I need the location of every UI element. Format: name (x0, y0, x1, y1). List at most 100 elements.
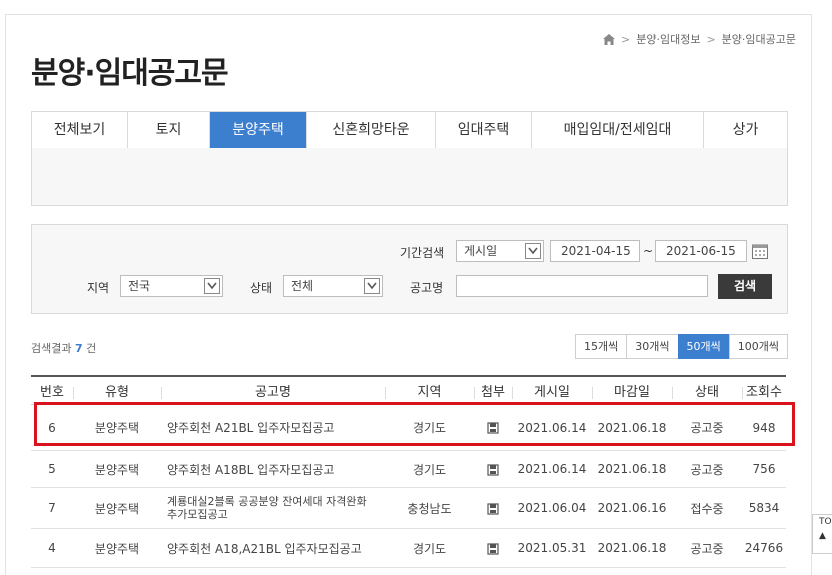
tab-land[interactable]: 토지 (128, 112, 210, 148)
row-deadline: 2021.06.18 (597, 420, 667, 435)
chevron-down-icon (364, 278, 380, 294)
row-title-link[interactable]: 양주회천 A21BL 입주자모집공고 (161, 419, 385, 436)
search-button[interactable]: 검색 (718, 274, 772, 299)
tab-purchase-rental[interactable]: 매입임대/전세임대 (532, 112, 704, 148)
date-to-input[interactable]: 2021-06-15 (655, 240, 747, 262)
attachment-icon[interactable] (487, 422, 499, 434)
row-status: 접수중 (690, 501, 724, 516)
page-size-30[interactable]: 30개씩 (626, 334, 679, 359)
breadcrumb-item[interactable]: 분양·임대공고문 (722, 31, 796, 47)
row-region: 경기도 (412, 541, 447, 556)
status-label: 상태 (250, 281, 273, 295)
breadcrumb-item[interactable]: 분양·임대정보 (636, 31, 700, 47)
row-number: 7 (48, 501, 56, 515)
tab-sale-housing[interactable]: 분양주택 (210, 112, 307, 148)
chevron-down-icon (525, 243, 541, 259)
table-header: 번호 유형 공고명 지역 첨부 게시일 마감일 상태 조회수 (31, 377, 786, 405)
col-header: 조회수 (742, 381, 786, 400)
breadcrumb: > 분양·임대정보 > 분양·임대공고문 (603, 31, 796, 47)
attachment-icon[interactable] (487, 542, 499, 555)
attachment-cell (474, 501, 512, 515)
row-title-link[interactable]: 양주회천 A18BL 입주자모집공고 (161, 461, 385, 478)
row-type: 분양주택 (94, 501, 140, 516)
tab-rental-housing[interactable]: 임대주택 (436, 112, 532, 148)
date-separator: ~ (643, 244, 654, 258)
row-number: 4 (48, 541, 56, 555)
col-header: 마감일 (592, 381, 672, 400)
scroll-top-label: TO (819, 517, 832, 527)
chevron-right-icon: > (621, 32, 631, 46)
row-number: 5 (48, 462, 56, 476)
result-number: 7 (74, 342, 83, 355)
search-panel (31, 224, 788, 314)
row-deadline: 2021.06.18 (597, 462, 667, 476)
row-status: 공고중 (690, 541, 724, 556)
row-views: 948 (752, 420, 776, 435)
row-views: 5834 (748, 501, 780, 515)
arrow-up-icon: ▲ (819, 531, 826, 541)
scroll-top-button[interactable]: TO ▲ (812, 514, 832, 554)
attachment-cell (474, 541, 512, 555)
notice-name-label: 공고명 (410, 281, 444, 295)
row-posted-date: 2021.05.31 (517, 541, 587, 555)
col-header: 번호 (40, 385, 64, 400)
table-row[interactable]: 6 분양주택 양주회천 A21BL 입주자모집공고 경기도 2021.06.14… (31, 405, 786, 451)
col-header: 상태 (672, 381, 742, 400)
row-type: 분양주택 (94, 462, 140, 477)
status-select[interactable]: 전체 (283, 275, 383, 297)
col-header: 공고명 (161, 381, 385, 400)
result-suffix: 건 (86, 342, 97, 355)
row-type: 분양주택 (94, 541, 140, 556)
period-type-value: 게시일 (464, 244, 498, 258)
table-row[interactable]: 7 분양주택 계룡대실2블록 공공분양 잔여세대 자격완화 추가모집공고 충청남… (31, 488, 786, 529)
period-type-select[interactable]: 게시일 (456, 240, 544, 262)
date-from-input[interactable]: 2021-04-15 (550, 240, 640, 262)
region-label: 지역 (87, 281, 110, 295)
row-posted-date: 2021.06.14 (517, 462, 587, 476)
col-header: 게시일 (512, 381, 592, 400)
region-value: 전국 (128, 279, 151, 293)
result-count: 검색결과 7 건 (31, 340, 96, 356)
row-number: 6 (48, 420, 56, 435)
table-row[interactable]: 4 분양주택 양주회천 A18,A21BL 입주자모집공고 경기도 2021.0… (31, 529, 786, 568)
row-posted-date: 2021.06.04 (517, 501, 587, 515)
attachment-cell (474, 462, 512, 476)
page-title: 분양·임대공고문 (31, 56, 229, 91)
col-header: 지역 (385, 381, 474, 400)
row-deadline: 2021.06.18 (597, 541, 667, 555)
region-select[interactable]: 전국 (120, 275, 223, 297)
chevron-right-icon: > (706, 32, 716, 46)
row-title-link[interactable]: 계룡대실2블록 공공분양 잔여세대 자격완화 추가모집공고 (161, 495, 385, 521)
row-region: 충청남도 (407, 501, 452, 516)
row-title-link[interactable]: 양주회천 A18,A21BL 입주자모집공고 (161, 540, 385, 557)
status-value: 전체 (291, 279, 314, 293)
tab-commercial[interactable]: 상가 (704, 112, 787, 148)
period-label: 기간검색 (400, 246, 445, 260)
row-views: 24766 (744, 541, 784, 555)
attachment-icon[interactable] (487, 502, 499, 515)
attachment-icon[interactable] (487, 463, 499, 476)
page-size-50[interactable]: 50개씩 (677, 334, 730, 359)
col-header: 유형 (73, 381, 161, 400)
row-deadline: 2021.06.16 (597, 501, 667, 515)
result-prefix: 검색결과 (31, 342, 72, 355)
subtab-area (31, 148, 788, 206)
row-region: 경기도 (412, 421, 447, 435)
home-icon[interactable] (603, 33, 615, 45)
col-header: 첨부 (474, 381, 512, 400)
notice-table: 번호 유형 공고명 지역 첨부 게시일 마감일 상태 조회수 6 분양주택 양주… (31, 375, 786, 568)
row-type: 분양주택 (94, 421, 140, 435)
chevron-down-icon (204, 278, 220, 294)
tab-newlywed-town[interactable]: 신혼희망타운 (307, 112, 436, 148)
row-region: 경기도 (412, 462, 447, 477)
row-views: 756 (752, 462, 776, 476)
page-size-100[interactable]: 100개씩 (728, 334, 788, 359)
notice-name-input[interactable] (456, 275, 708, 297)
calendar-icon[interactable] (751, 242, 769, 260)
row-posted-date: 2021.06.14 (517, 420, 587, 435)
page-size-selector: 15개씩 30개씩 50개씩 100개씩 (575, 334, 788, 359)
table-row[interactable]: 5 분양주택 양주회천 A18BL 입주자모집공고 경기도 2021.06.14… (31, 451, 786, 488)
row-status: 공고중 (690, 462, 724, 477)
tab-all[interactable]: 전체보기 (32, 112, 128, 148)
page-size-15[interactable]: 15개씩 (575, 334, 628, 359)
